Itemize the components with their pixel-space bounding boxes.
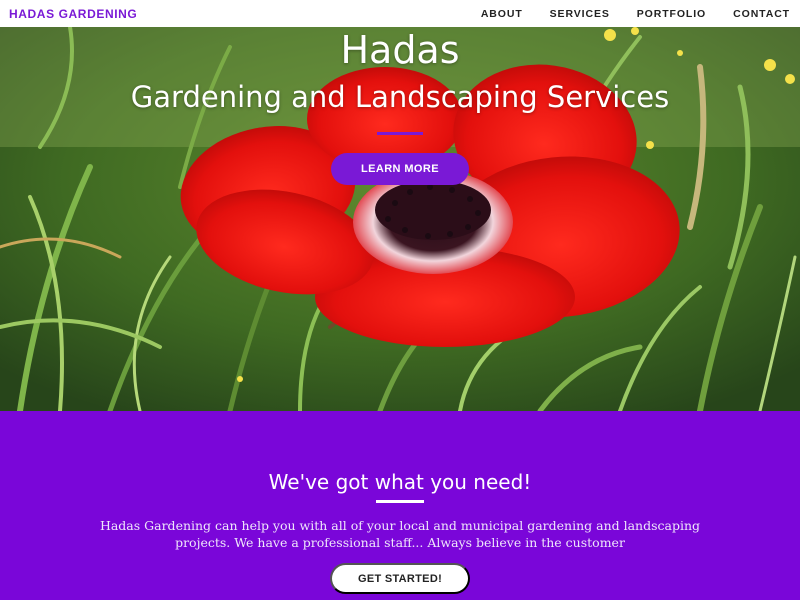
nav-link-contact[interactable]: CONTACT: [733, 8, 790, 20]
hero-section: Hadas Gardening and Landscaping Services…: [0, 27, 800, 411]
hero-subtitle: Gardening and Landscaping Services: [130, 80, 670, 114]
nav-link-about[interactable]: ABOUT: [481, 8, 523, 20]
services-divider: [376, 500, 424, 503]
hero-content: Hadas Gardening and Landscaping Services…: [0, 27, 800, 411]
get-started-button[interactable]: GET STARTED!: [330, 563, 470, 594]
services-section: We've got what you need! Hadas Gardening…: [0, 411, 800, 600]
learn-more-button[interactable]: LEARN MORE: [331, 153, 469, 185]
services-heading: We've got what you need!: [268, 470, 532, 494]
nav-link-portfolio[interactable]: PORTFOLIO: [637, 8, 706, 20]
brand-link[interactable]: HADAS GARDENING: [9, 7, 137, 21]
hero-title: Hadas: [340, 28, 460, 72]
nav-links: ABOUT SERVICES PORTFOLIO CONTACT: [454, 8, 790, 20]
hero-divider: [377, 132, 423, 135]
navbar: HADAS GARDENING ABOUT SERVICES PORTFOLIO…: [0, 0, 800, 27]
nav-link-services[interactable]: SERVICES: [550, 8, 610, 20]
services-description: Hadas Gardening can help you with all of…: [99, 518, 701, 550]
